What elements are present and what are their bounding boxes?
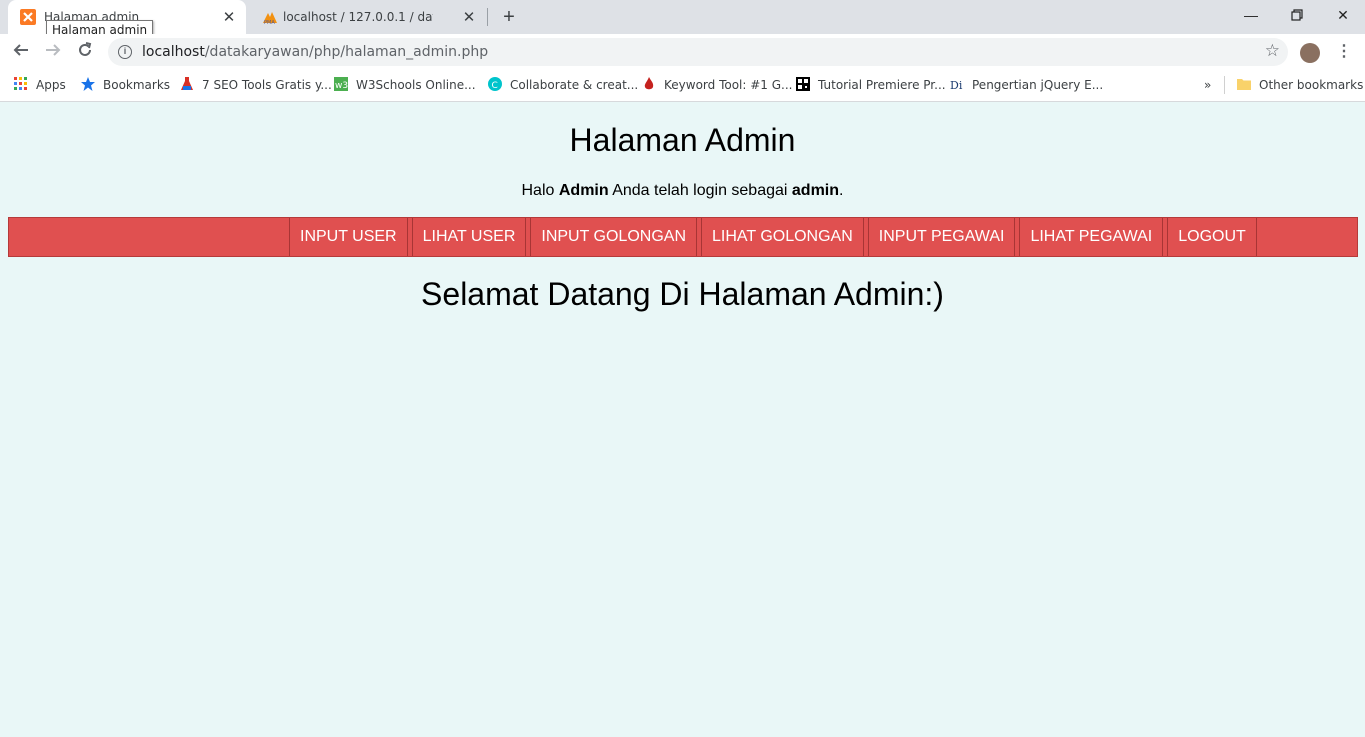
nav-input-golongan[interactable]: INPUT GOLONGAN [530, 218, 697, 256]
browser-toolbar: i localhost/datakaryawan/php/halaman_adm… [0, 34, 1365, 70]
tab-strip: Halaman admin ✕ PMA localhost / 127.0.0.… [0, 0, 1365, 41]
reload-icon[interactable] [72, 39, 98, 65]
svg-text:w3: w3 [335, 81, 348, 91]
bookmark-canva[interactable]: C Collaborate & creat... [488, 76, 638, 94]
nav-lihat-user[interactable]: LIHAT USER [411, 218, 527, 256]
bookmark-w3schools[interactable]: w3 W3Schools Online... [334, 76, 476, 94]
bookmark-seo-tools[interactable]: 7 SEO Tools Gratis y... [180, 76, 332, 94]
bookmark-label: Bookmarks [103, 78, 171, 92]
minimize-icon[interactable]: — [1228, 0, 1274, 30]
bookmark-label: Tutorial Premiere Pr... [818, 78, 946, 92]
bookmark-apps[interactable]: Apps [14, 76, 66, 94]
apps-grid-icon [14, 77, 27, 90]
di-icon: Di [950, 79, 963, 91]
page-title: Halaman Admin [569, 122, 796, 158]
svg-text:Di: Di [950, 79, 963, 91]
profile-avatar[interactable] [1300, 43, 1320, 63]
navbar-items: INPUT USER LIHAT USER INPUT GOLONGAN LIH… [289, 218, 1261, 256]
qr-icon [796, 77, 810, 91]
main-navbar: INPUT USER LIHAT USER INPUT GOLONGAN LIH… [8, 217, 1358, 257]
forward-arrow-icon[interactable] [40, 39, 66, 65]
greeting-role: admin [791, 182, 840, 199]
folder-icon [1237, 79, 1251, 90]
nav-lihat-golongan[interactable]: LIHAT GOLONGAN [701, 218, 864, 256]
bookmarks-separator [1224, 76, 1225, 94]
greeting-text: Halo Admin Anda telah login sebagai admi… [0, 182, 1365, 200]
greeting-suffix: . [839, 182, 844, 199]
tab-separator [487, 8, 488, 26]
nav-logout[interactable]: LOGOUT [1167, 218, 1257, 256]
bookmark-tutorial-premiere[interactable]: Tutorial Premiere Pr... [796, 76, 946, 94]
bookmark-keyword-tool[interactable]: Keyword Tool: #1 G... [642, 76, 792, 94]
bookmark-pengertian-jquery[interactable]: Di Pengertian jQuery E... [950, 76, 1103, 94]
bookmark-label: Apps [36, 78, 66, 92]
other-bookmarks-label: Other bookmarks [1259, 78, 1364, 92]
greeting-name: Admin [558, 182, 609, 199]
close-tab-icon[interactable]: ✕ [220, 8, 238, 26]
star-icon [81, 77, 95, 91]
nav-input-user[interactable]: INPUT USER [289, 218, 408, 256]
svg-text:PMA: PMA [264, 20, 275, 25]
menu-dots-icon[interactable]: ⋮ [1334, 40, 1354, 64]
bookmarks-bar: Apps Bookmarks 7 SEO Tools Gratis y... w… [0, 70, 1365, 102]
url-path: /datakaryawan/php/halaman_admin.php [204, 44, 489, 60]
url-text: localhost/datakaryawan/php/halaman_admin… [142, 44, 488, 60]
back-arrow-icon[interactable] [8, 39, 34, 65]
phpmyadmin-icon: PMA [263, 12, 277, 25]
bookmark-bookmarks[interactable]: Bookmarks [81, 76, 170, 94]
address-bar[interactable]: i localhost/datakaryawan/php/halaman_adm… [108, 38, 1288, 66]
page-content: Halaman Admin Halo Admin Anda telah logi… [0, 102, 1365, 737]
bookmark-label: 7 SEO Tools Gratis y... [202, 78, 332, 92]
close-tab-icon[interactable]: ✕ [460, 8, 478, 26]
bookmark-label: Keyword Tool: #1 G... [664, 78, 793, 92]
other-bookmarks[interactable]: Other bookmarks [1237, 76, 1363, 94]
svg-text:C: C [492, 81, 498, 91]
nav-input-pegawai[interactable]: INPUT PEGAWAI [867, 218, 1016, 256]
tab-title: localhost / 127.0.0.1 / data_nilai | [283, 10, 433, 24]
flame-icon [644, 77, 654, 90]
new-tab-icon[interactable]: + [498, 6, 520, 28]
restore-icon[interactable] [1274, 0, 1320, 30]
tab-phpmyadmin[interactable]: PMA localhost / 127.0.0.1 / data_nilai |… [250, 0, 486, 34]
greeting-prefix: Halo [521, 182, 559, 199]
welcome-heading: Selamat Datang Di Halaman Admin:) [421, 276, 944, 312]
bookmark-label: Pengertian jQuery E... [972, 78, 1104, 92]
nav-lihat-pegawai[interactable]: LIHAT PEGAWAI [1019, 218, 1164, 256]
bookmark-star-icon[interactable]: ☆ [1265, 41, 1280, 61]
greeting-middle: Anda telah login sebagai [608, 182, 792, 199]
info-icon[interactable]: i [118, 45, 132, 59]
canva-icon: C [488, 77, 502, 91]
bookmark-label: W3Schools Online... [356, 78, 476, 92]
bookmarks-overflow-icon[interactable]: » [1204, 76, 1211, 94]
flask-icon [181, 77, 193, 90]
xampp-icon [20, 9, 36, 25]
close-window-icon[interactable]: ✕ [1320, 0, 1365, 30]
bookmark-label: Collaborate & creat... [510, 78, 639, 92]
w3schools-icon: w3 [334, 77, 348, 91]
url-host: localhost [142, 44, 205, 60]
